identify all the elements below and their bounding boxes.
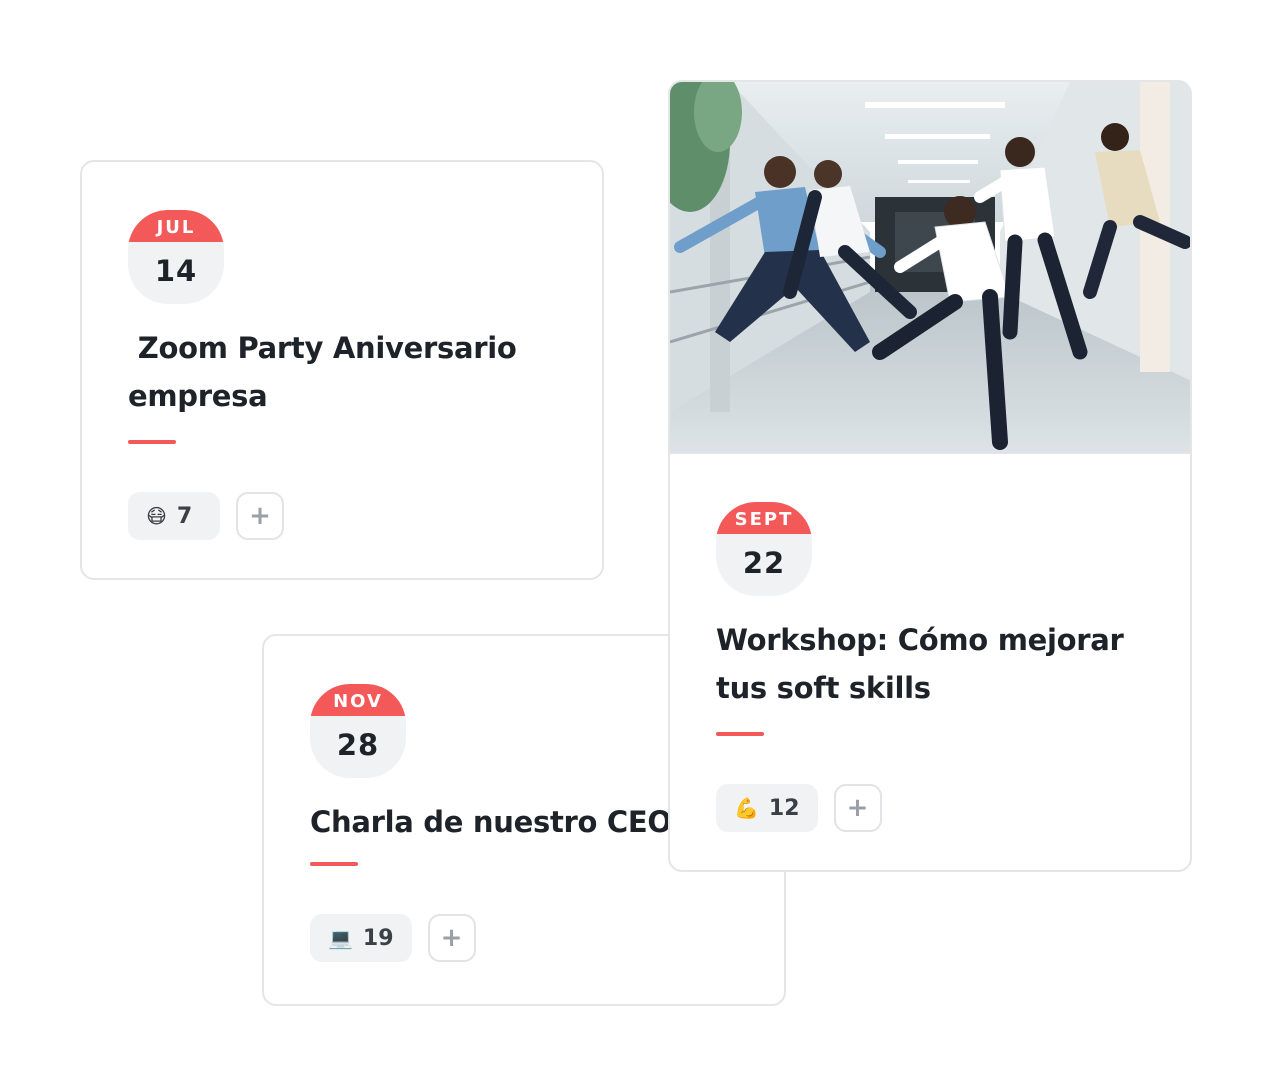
date-badge: SEPT 22	[716, 502, 812, 596]
reaction-pill[interactable]: 😷 7	[128, 492, 220, 540]
reactions-row: 💪 12 +	[716, 784, 1160, 832]
accent-divider	[310, 862, 358, 866]
event-cover-photo	[670, 82, 1190, 454]
add-reaction-button[interactable]: +	[427, 914, 476, 962]
event-title[interactable]: Zoom Party Aniversario empresa	[128, 324, 572, 420]
reaction-count: 19	[362, 925, 394, 951]
reactions-row: 😷 7 +	[128, 492, 572, 540]
add-reaction-button[interactable]: +	[236, 492, 284, 540]
event-card-body: SEPT 22 Workshop: Cómo mejorar tus soft …	[716, 502, 1160, 832]
accent-divider	[716, 732, 764, 736]
event-card-workshop[interactable]: SEPT 22 Workshop: Cómo mejorar tus soft …	[668, 80, 1192, 872]
flexed-biceps-icon: 💪	[734, 796, 759, 820]
date-month: NOV	[310, 684, 406, 716]
jumping-team-photo	[670, 82, 1190, 453]
reaction-count: 7	[176, 503, 193, 529]
reaction-pill[interactable]: 💪 12	[716, 784, 818, 832]
events-showcase: JUL 14 Zoom Party Aniversario empresa 😷 …	[0, 0, 1272, 1086]
event-card-body: JUL 14 Zoom Party Aniversario empresa 😷 …	[128, 210, 572, 540]
mask-face-icon: 😷	[146, 504, 167, 528]
date-day: 14	[154, 254, 198, 288]
event-card-zoom-party[interactable]: JUL 14 Zoom Party Aniversario empresa 😷 …	[80, 160, 604, 580]
date-badge: JUL 14	[128, 210, 224, 304]
laptop-icon: 💻	[328, 926, 353, 950]
date-day: 28	[336, 728, 380, 762]
event-title[interactable]: Workshop: Cómo mejorar tus soft skills	[716, 616, 1160, 712]
add-reaction-button[interactable]: +	[833, 784, 882, 832]
date-badge: NOV 28	[310, 684, 406, 778]
reaction-count: 12	[768, 795, 800, 821]
accent-divider	[128, 440, 176, 444]
date-day: 22	[742, 546, 786, 580]
date-month: JUL	[128, 210, 224, 242]
reaction-pill[interactable]: 💻 19	[310, 914, 412, 962]
reactions-row: 💻 19 +	[310, 914, 754, 962]
date-month: SEPT	[716, 502, 812, 534]
